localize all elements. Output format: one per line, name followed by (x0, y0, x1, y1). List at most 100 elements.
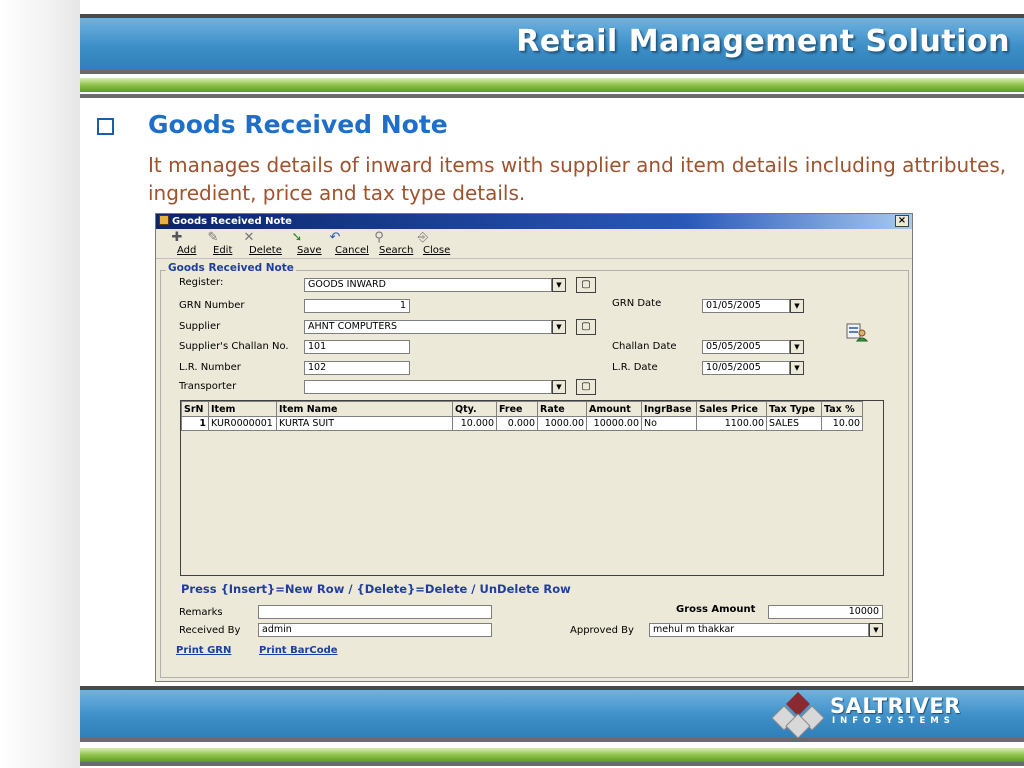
slide-description: It manages details of inward items with … (148, 153, 1007, 205)
header-bottom-line (80, 94, 1024, 98)
register-dropdown-arrow-icon[interactable]: ▼ (552, 278, 566, 292)
save-icon: ➘ (291, 230, 303, 245)
window-app-icon (159, 215, 169, 225)
search-icon: ⚲ (374, 230, 384, 245)
supplier-label: Supplier (179, 321, 221, 332)
add-button[interactable]: ✚ Add (160, 230, 197, 256)
save-button[interactable]: ➘ Save (280, 230, 322, 256)
print-barcode-link[interactable]: Print BarCode (259, 645, 338, 656)
col-header-item[interactable]: Item (208, 401, 277, 417)
grid-header-row: SrN Item Item Name Qty. Free Rate Amount… (181, 401, 863, 417)
edit-button[interactable]: ✎ Edit (196, 230, 233, 256)
close-door-icon: ⎆ (417, 230, 429, 245)
col-header-srn[interactable]: SrN (181, 401, 209, 417)
col-header-tax-pct[interactable]: Tax % (821, 401, 863, 417)
add-icon: ✚ (171, 230, 183, 245)
supplier-dropdown-arrow-icon[interactable]: ▼ (552, 320, 566, 334)
lr-date-field[interactable]: 10/05/2005 (702, 361, 790, 375)
lr-date-dropdown-arrow-icon[interactable]: ▼ (790, 361, 804, 375)
slide: Retail Management Solution Goods Receive… (0, 0, 1024, 768)
transporter-dropdown-arrow-icon[interactable]: ▼ (552, 380, 566, 394)
cell-amount[interactable]: 10000.00 (586, 416, 642, 431)
col-header-qty[interactable]: Qty. (452, 401, 497, 417)
remarks-label: Remarks (179, 607, 223, 618)
edit-icon: ✎ (207, 230, 219, 245)
cell-ingrbase[interactable]: No (641, 416, 697, 431)
grn-number-label: GRN Number (179, 300, 245, 311)
window-close-button[interactable]: × (895, 215, 909, 227)
challan-no-label: Supplier's Challan No. (179, 341, 289, 352)
delete-button[interactable]: ✕ Delete (232, 230, 282, 256)
checkbox-bullet-icon (97, 118, 114, 135)
keyboard-hint: Press {Insert}=New Row / {Delete}=Delete… (181, 582, 571, 596)
cell-tax-pct[interactable]: 10.00 (821, 416, 863, 431)
window-titlebar[interactable]: Goods Received Note × (156, 214, 912, 229)
cell-tax-type[interactable]: SALES (766, 416, 822, 431)
window-title: Goods Received Note (172, 216, 292, 227)
print-grn-link[interactable]: Print GRN (176, 645, 231, 656)
challan-no-field[interactable]: 101 (304, 340, 410, 354)
header-divider (80, 70, 1024, 74)
received-by-label: Received By (179, 625, 241, 636)
saltriver-logo-icon (771, 692, 825, 738)
supplier-info-icon[interactable] (846, 322, 868, 342)
remarks-field[interactable] (258, 605, 492, 619)
col-header-item-name[interactable]: Item Name (276, 401, 453, 417)
supplier-select[interactable]: AHNT COMPUTERS (304, 320, 552, 334)
challan-date-field[interactable]: 05/05/2005 (702, 340, 790, 354)
challan-date-dropdown-arrow-icon[interactable]: ▼ (790, 340, 804, 354)
col-header-rate[interactable]: Rate (537, 401, 587, 417)
delete-icon: ✕ (243, 230, 255, 245)
cell-rate[interactable]: 1000.00 (537, 416, 587, 431)
footer-bottom-line (80, 762, 1024, 766)
cell-qty[interactable]: 10.000 (452, 416, 497, 431)
cancel-button-label: Cancel (335, 245, 369, 256)
search-button-label: Search (379, 245, 414, 256)
grn-date-dropdown-arrow-icon[interactable]: ▼ (790, 299, 804, 313)
grn-date-field[interactable]: 01/05/2005 (702, 299, 790, 313)
header-title: Retail Management Solution (516, 24, 1010, 59)
table-row[interactable]: 1 KUR0000001 KURTA SUIT 10.000 0.000 100… (181, 416, 863, 431)
col-header-amount[interactable]: Amount (586, 401, 642, 417)
cell-free[interactable]: 0.000 (496, 416, 538, 431)
cancel-icon: ↶ (329, 230, 341, 245)
supplier-browse-button[interactable]: ▢ (576, 319, 596, 335)
approved-by-label: Approved By (570, 625, 634, 636)
col-header-sales-price[interactable]: Sales Price (696, 401, 767, 417)
received-by-field[interactable]: admin (258, 623, 492, 637)
grn-window: Goods Received Note × ✚ Add ✎ Edit ✕ Del… (155, 213, 913, 682)
toolbar: ✚ Add ✎ Edit ✕ Delete ➘ Save ↶ Cancel ⚲ … (156, 229, 912, 259)
lr-date-label: L.R. Date (612, 362, 658, 373)
grn-number-field[interactable]: 1 (304, 299, 410, 313)
cancel-button[interactable]: ↶ Cancel (318, 230, 369, 256)
register-select[interactable]: GOODS INWARD (304, 278, 552, 292)
cell-item-name[interactable]: KURTA SUIT (276, 416, 453, 431)
register-label: Register: (179, 277, 224, 288)
cell-item[interactable]: KUR0000001 (208, 416, 277, 431)
brand-name: SALTRIVER (830, 694, 961, 718)
col-header-ingrbase[interactable]: IngrBase (641, 401, 697, 417)
items-grid[interactable]: SrN Item Item Name Qty. Free Rate Amount… (180, 400, 884, 576)
register-browse-button[interactable]: ▢ (576, 277, 596, 293)
left-gradient-strip (0, 0, 80, 768)
approved-by-dropdown-arrow-icon[interactable]: ▼ (869, 623, 883, 637)
search-button[interactable]: ⚲ Search (362, 230, 413, 256)
header-band: Retail Management Solution (80, 18, 1024, 70)
footer-divider (80, 738, 1024, 742)
gross-amount-field: 10000 (768, 605, 883, 619)
close-button[interactable]: ⎆ Close (406, 230, 450, 256)
header-green-stripe (80, 78, 1024, 92)
edit-button-label: Edit (213, 245, 233, 256)
cell-srn[interactable]: 1 (181, 416, 209, 431)
lr-number-field[interactable]: 102 (304, 361, 410, 375)
col-header-free[interactable]: Free (496, 401, 538, 417)
groupbox-title: Goods Received Note (166, 262, 296, 274)
approved-by-select[interactable]: mehul m thakkar (649, 623, 869, 637)
lr-number-label: L.R. Number (179, 362, 241, 373)
brand-subtitle: INFOSYSTEMS (832, 716, 955, 726)
transporter-browse-button[interactable]: ▢ (576, 379, 596, 395)
slide-title: Goods Received Note (148, 110, 448, 139)
transporter-select[interactable] (304, 380, 552, 394)
col-header-tax-type[interactable]: Tax Type (766, 401, 822, 417)
cell-sales-price[interactable]: 1100.00 (696, 416, 767, 431)
